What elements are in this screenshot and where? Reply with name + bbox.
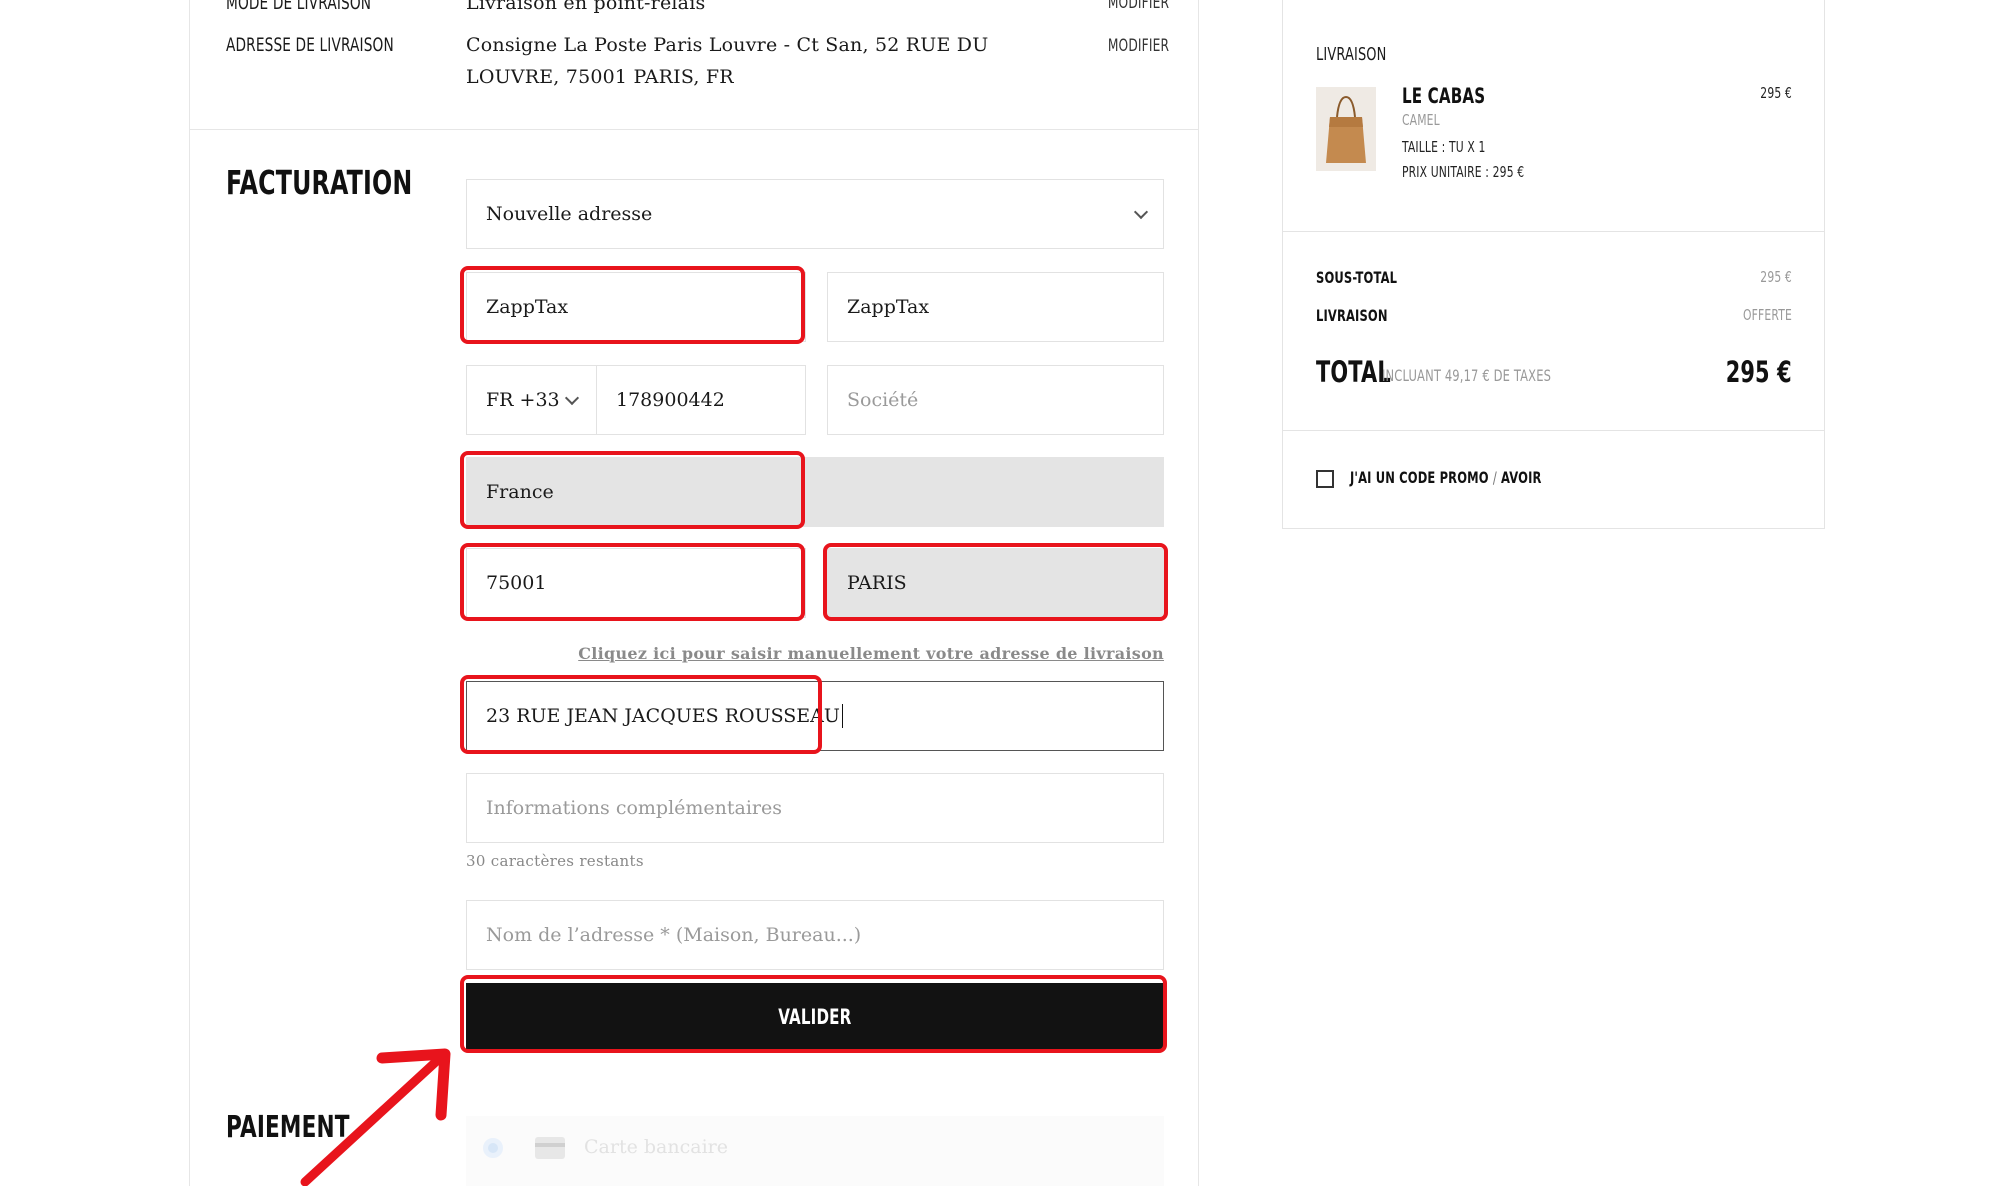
first-name-value: ZappTax <box>486 296 569 318</box>
delivery-address-line1: Consigne La Poste Paris Louvre - Ct San,… <box>466 34 989 56</box>
text-cursor <box>841 704 843 728</box>
chars-remaining-hint: 30 caractères restants <box>466 852 644 870</box>
address-name-input[interactable]: Nom de l’adresse * (Maison, Bureau...) <box>466 900 1164 970</box>
product-unit-price: PRIX UNITAIRE : 295 € <box>1402 163 1525 181</box>
shipping-value: OFFERTE <box>1743 306 1792 324</box>
phone-prefix-select[interactable]: FR +33 <box>466 365 597 435</box>
promo-code-checkbox[interactable] <box>1316 470 1334 488</box>
order-summary-panel <box>1282 0 1825 529</box>
postal-code-input[interactable]: 75001 <box>466 548 806 618</box>
address-name-placeholder: Nom de l’adresse * (Maison, Bureau...) <box>486 924 862 946</box>
total-label: TOTAL <box>1316 355 1391 389</box>
phone-prefix-value: FR +33 <box>486 389 560 411</box>
payment-option-card[interactable]: Carte bancaire <box>466 1116 1164 1186</box>
section-divider <box>189 129 1199 130</box>
chevron-down-icon <box>1133 204 1149 220</box>
subtotal-label: SOUS-TOTAL <box>1316 268 1398 287</box>
product-color: CAMEL <box>1402 111 1440 129</box>
validate-button-label: VALIDER <box>778 1004 852 1029</box>
billing-section-title: FACTURATION <box>226 163 413 202</box>
country-value: France <box>486 481 554 503</box>
chevron-down-icon <box>564 390 580 406</box>
summary-divider <box>1282 231 1825 232</box>
company-input[interactable]: Société <box>827 365 1164 435</box>
arrow-annotation-icon <box>300 1048 451 1186</box>
product-thumbnail <box>1316 87 1376 171</box>
city-field[interactable]: PARIS <box>827 548 1164 618</box>
credit-card-icon <box>535 1137 565 1159</box>
total-value: 295 € <box>1725 355 1792 389</box>
billing-address-select[interactable]: Nouvelle adresse <box>466 179 1164 249</box>
delivery-mode-value: Livraison en point-relais <box>466 0 706 14</box>
product-size: TAILLE : TU X 1 <box>1402 138 1486 156</box>
delivery-mode-label: MODE DE LIVRAISON <box>226 0 372 14</box>
manual-address-link[interactable]: Cliquez ici pour saisir manuellement vot… <box>578 644 1164 663</box>
product-name: LE CABAS <box>1402 84 1486 108</box>
radio-button[interactable] <box>483 1138 503 1158</box>
promo-code-label: J'AI UN CODE PROMO <box>1350 468 1489 487</box>
extra-info-placeholder: Informations complémentaires <box>486 797 783 819</box>
city-value: PARIS <box>847 572 907 594</box>
delivery-address-line2: LOUVRE, 75001 PARIS, FR <box>466 66 734 88</box>
product-price: 295 € <box>1760 84 1792 102</box>
street-address-value: 23 RUE JEAN JACQUES ROUSSEAU <box>486 705 840 727</box>
company-placeholder: Société <box>847 389 919 411</box>
shipping-label: LIVRAISON <box>1316 306 1388 325</box>
last-name-input[interactable]: ZappTax <box>827 272 1164 342</box>
last-name-value: ZappTax <box>847 296 930 318</box>
phone-input[interactable]: 178900442 <box>596 365 806 435</box>
payment-option-label: Carte bancaire <box>584 1136 728 1158</box>
summary-delivery-title: LIVRAISON <box>1316 44 1387 65</box>
modify-delivery-address-link[interactable]: MODIFIER <box>1108 36 1169 56</box>
country-field[interactable]: France <box>466 457 1164 527</box>
modify-delivery-mode-link[interactable]: MODIFIER <box>1108 0 1169 13</box>
billing-address-select-value: Nouvelle adresse <box>486 203 653 225</box>
phone-value: 178900442 <box>616 389 725 411</box>
promo-separator: / <box>1492 468 1497 487</box>
validate-button[interactable]: VALIDER <box>466 983 1164 1050</box>
voucher-label: AVOIR <box>1501 468 1542 487</box>
subtotal-value: 295 € <box>1760 268 1792 286</box>
promo-code-toggle[interactable]: J'AI UN CODE PROMO / AVOIR <box>1350 468 1542 487</box>
summary-divider <box>1282 430 1825 431</box>
postal-code-value: 75001 <box>486 572 547 594</box>
extra-info-input[interactable]: Informations complémentaires <box>466 773 1164 843</box>
street-address-input[interactable]: 23 RUE JEAN JACQUES ROUSSEAU <box>466 681 1164 751</box>
delivery-address-label: ADRESSE DE LIVRAISON <box>226 34 394 56</box>
tote-bag-image <box>1316 87 1376 171</box>
first-name-input[interactable]: ZappTax <box>466 272 806 342</box>
total-tax-note: INCLUANT 49,17 € DE TAXES <box>1382 366 1552 385</box>
